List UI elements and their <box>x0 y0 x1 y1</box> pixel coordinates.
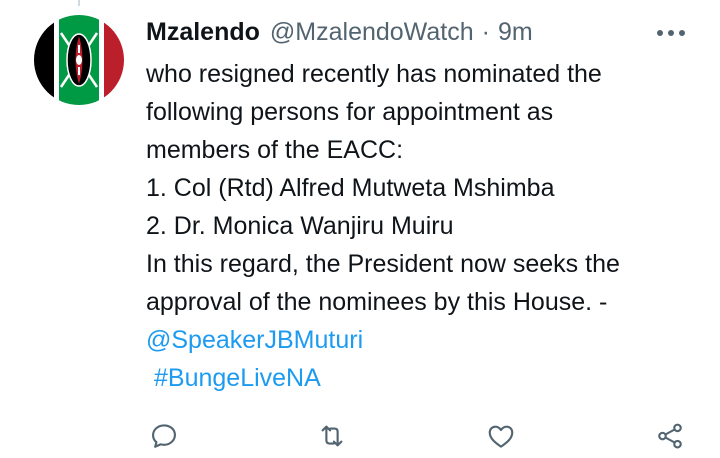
kenya-shield-logo <box>34 15 124 105</box>
reply-button[interactable] <box>146 418 182 454</box>
tweet-text-line: members of the EACC: <box>146 136 404 164</box>
tweet-text-line: who resigned recently has nominated the <box>146 60 602 88</box>
tweet-text: who resigned recently has nominated the … <box>146 55 706 397</box>
action-bar <box>146 418 686 458</box>
more-horizontal-icon <box>657 30 685 36</box>
tweet-text-line: In this regard, the President now seeks … <box>146 250 620 278</box>
hashtag-link[interactable]: #BungeLiveNA <box>154 359 706 397</box>
author-name[interactable]: Mzalendo <box>146 18 260 47</box>
retweet-icon <box>321 425 343 447</box>
tweet-text-line: 1. Col (Rtd) Alfred Mutweta Mshimba <box>146 174 555 202</box>
like-button[interactable] <box>483 418 519 454</box>
tweet-header: Mzalendo @MzalendoWatch · 9m <box>146 14 694 50</box>
more-options-button[interactable] <box>656 18 686 48</box>
timestamp[interactable]: 9m <box>498 18 533 47</box>
share-icon <box>658 423 682 449</box>
author-handle[interactable]: @MzalendoWatch <box>270 18 474 47</box>
tweet-text-line: approval of the nominees by this House. … <box>146 288 608 316</box>
tweet-text-line: 2. Dr. Monica Wanjiru Muiru <box>146 212 454 240</box>
mention-link[interactable]: @SpeakerJBMuturi <box>146 321 706 359</box>
thread-connector-line <box>78 0 80 6</box>
tweet-text-line: following persons for appointment as <box>146 98 554 126</box>
share-button[interactable] <box>652 418 688 454</box>
avatar[interactable] <box>34 15 124 105</box>
reply-icon <box>152 424 176 448</box>
like-icon <box>488 425 514 448</box>
retweet-button[interactable] <box>314 418 350 454</box>
separator-dot: · <box>481 17 490 46</box>
